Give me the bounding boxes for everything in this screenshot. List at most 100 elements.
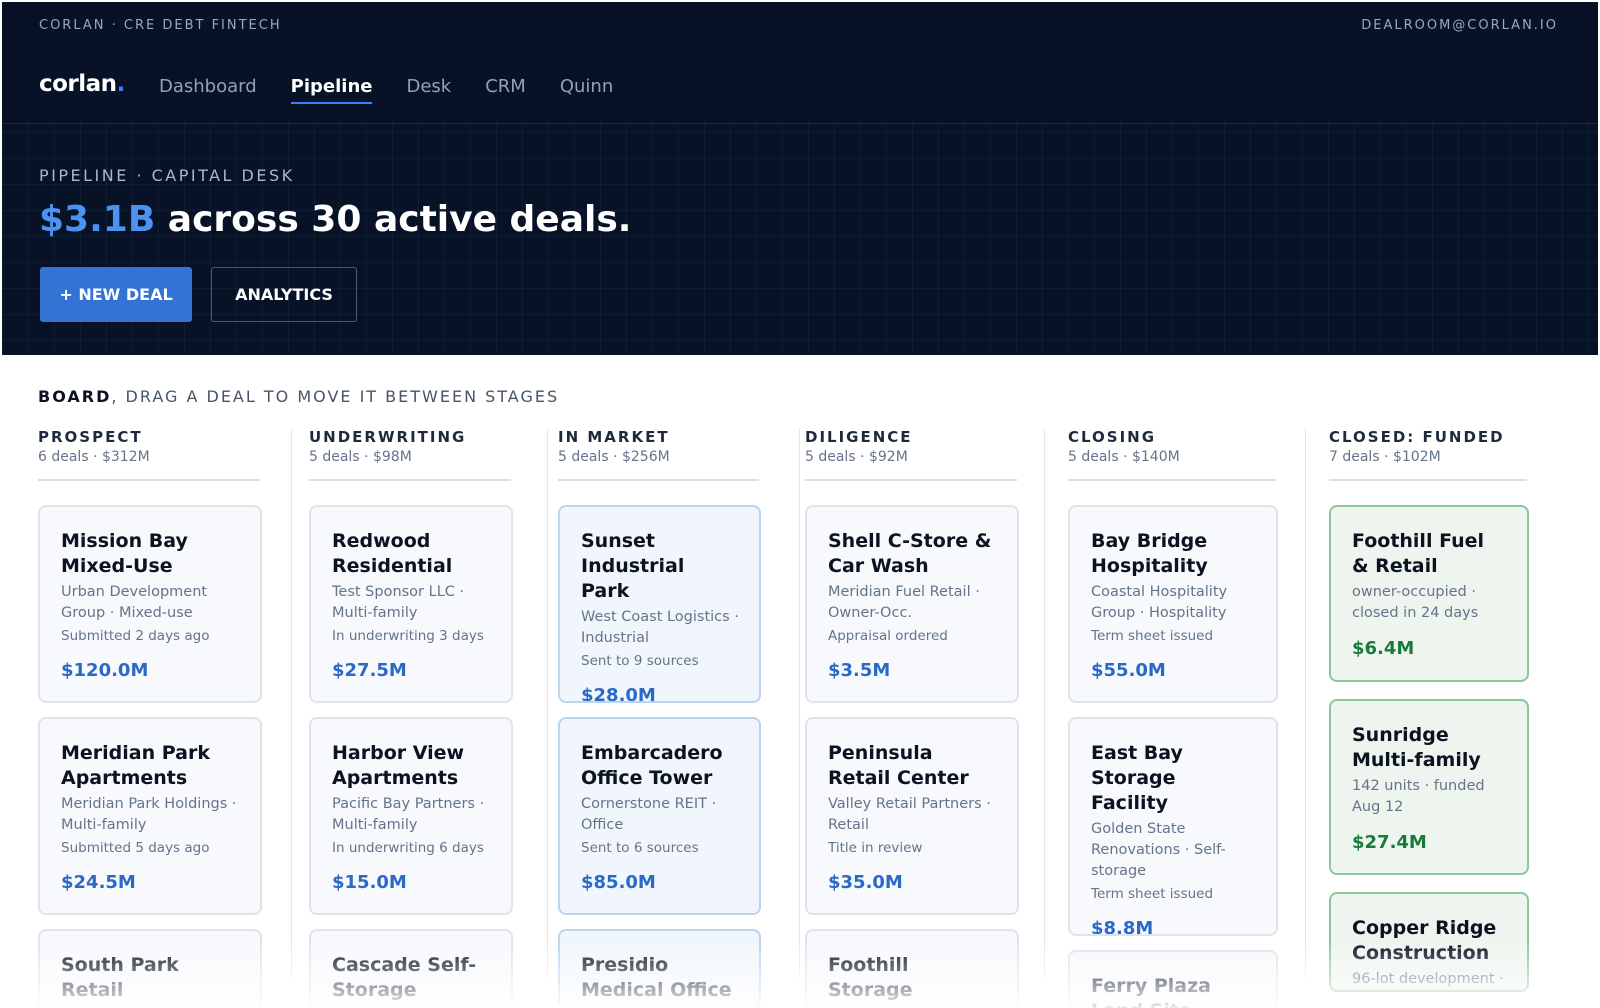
deal-card[interactable]: Peninsula Retail Center Valley Retail Par… <box>805 717 1019 915</box>
deal-status: Term sheet issued <box>1091 886 1214 902</box>
board-label-rest: , DRAG A DEAL TO MOVE IT BETWEEN STAGES <box>111 387 560 406</box>
deal-sponsor: Valley Retail Partners · Retail <box>828 796 991 833</box>
deal-sponsor: Coastal Hospitality Group · Hospitality <box>1091 584 1228 621</box>
deal-title: South Park Retail <box>61 954 179 1001</box>
deal-status: In underwriting 3 days <box>332 628 484 644</box>
deal-sponsor: owner-occupied · closed in 24 days <box>1352 584 1479 621</box>
column-title: CLOSING <box>1068 428 1157 446</box>
deal-status: Term sheet issued <box>1091 628 1214 644</box>
column-summary: 5 deals · $92M <box>805 449 908 465</box>
deal-card[interactable]: Harbor View Apartments Pacific Bay Partne… <box>309 717 513 915</box>
nav-desk[interactable]: Desk <box>406 76 451 104</box>
nav-crm[interactable]: CRM <box>485 76 526 104</box>
main-nav: Dashboard Pipeline Desk CRM Quinn <box>159 76 647 104</box>
deal-amount: $120.0M <box>61 660 149 681</box>
deal-card[interactable]: Mission Bay Mixed-Use Urban Development G… <box>38 505 262 703</box>
column-title: UNDERWRITING <box>309 428 467 446</box>
deal-title: Foothill Fuel & Retail <box>1352 530 1485 577</box>
deal-title: Bay Bridge Hospitality <box>1091 530 1208 577</box>
deal-title: Ferry Plaza Land Site <box>1091 975 1211 1008</box>
deal-card[interactable]: Sunset Industrial Park West Coast Logisti… <box>558 505 761 703</box>
nav-pipeline[interactable]: Pipeline <box>290 76 373 104</box>
column-title: PROSPECT <box>38 428 143 446</box>
column-rule <box>38 479 260 481</box>
deal-card[interactable]: Meridian Park Apartments Meridian Park Ho… <box>38 717 262 915</box>
column-rule <box>309 479 511 481</box>
board-column-header: CLOSING 5 deals · $140M <box>1068 428 1276 481</box>
deal-title: Sunridge Multi-family <box>1352 724 1481 771</box>
deal-amount: $27.5M <box>332 660 407 681</box>
deal-sponsor: Cornerstone REIT · Office <box>581 796 717 833</box>
deal-card[interactable]: Sunridge Multi-family 142 units · funded … <box>1329 699 1529 875</box>
column-divider <box>291 428 292 978</box>
column-title: CLOSED: FUNDED <box>1329 428 1505 446</box>
deal-amount: $85.0M <box>581 872 656 893</box>
nav-quinn[interactable]: Quinn <box>560 76 613 104</box>
deal-card[interactable]: East Bay Storage Facility Golden State Re… <box>1068 717 1278 936</box>
deal-title: Sunset Industrial Park <box>581 530 685 602</box>
deal-card[interactable]: Foothill Fuel & Retail owner-occupied · c… <box>1329 505 1529 682</box>
deal-title: Shell C-Store & Car Wash <box>828 530 992 577</box>
column-rule <box>558 479 759 481</box>
page-eyebrow: PIPELINE · CAPITAL DESK <box>39 166 295 185</box>
deal-sponsor: 142 units · funded Aug 12 <box>1352 778 1485 815</box>
analytics-button[interactable]: ANALYTICS <box>211 267 357 322</box>
deal-title: Presidio Medical Office <box>581 954 732 1001</box>
deal-status: In underwriting 6 days <box>332 840 484 856</box>
column-divider <box>799 428 800 978</box>
deal-card[interactable]: Presidio Medical Office <box>558 929 761 1008</box>
logo-dot: . <box>116 71 126 97</box>
deal-card[interactable]: South Park RetailBaywest Capital · Retai… <box>38 929 262 1008</box>
board-label-bold: BOARD <box>38 387 112 406</box>
column-title: IN MARKET <box>558 428 670 446</box>
column-divider <box>547 428 548 978</box>
column-rule <box>1068 479 1276 481</box>
column-title: DILIGENCE <box>805 428 913 446</box>
deal-title: Peninsula Retail Center <box>828 742 969 789</box>
deal-title: Cascade Self-Storage <box>332 954 477 1001</box>
board-column-header: DILIGENCE 5 deals · $92M <box>805 428 1017 481</box>
deal-sponsor: Golden State Renovations · Self-storage <box>1091 821 1226 879</box>
deal-status: Submitted 5 days ago <box>61 840 210 856</box>
deal-amount: $15.0M <box>332 872 407 893</box>
corlan-logo[interactable]: corlan. <box>39 71 125 97</box>
deal-amount: $55.0M <box>1091 660 1166 681</box>
page-title: $3.1B across 30 active deals. <box>39 199 631 240</box>
deal-title: Mission Bay Mixed-Use <box>61 530 188 577</box>
deal-status: Submitted 2 days ago <box>61 628 210 644</box>
deal-amount: $24.5M <box>61 872 136 893</box>
deal-card[interactable]: Ferry Plaza Land Site <box>1068 950 1278 1008</box>
column-rule <box>1329 479 1527 481</box>
deal-sponsor: West Coast Logistics · Industrial <box>581 609 739 646</box>
brand-tagline: CORLAN · CRE DEBT FINTECH <box>39 18 282 33</box>
deal-card[interactable]: Bay Bridge Hospitality Coastal Hospitalit… <box>1068 505 1278 703</box>
deal-amount: $35.0M <box>828 872 903 893</box>
deal-card[interactable]: Shell C-Store & Car Wash Meridian Fuel Re… <box>805 505 1019 703</box>
deal-status: Appraisal ordered <box>828 628 948 644</box>
deal-title: Embarcadero Office Tower <box>581 742 723 789</box>
deal-title: Harbor View Apartments <box>332 742 465 789</box>
deal-amount: $3.5M <box>828 660 891 681</box>
contact-email[interactable]: DEALROOM@CORLAN.IO <box>1361 18 1558 33</box>
deal-card[interactable]: Embarcadero Office Tower Cornerstone REIT… <box>558 717 761 915</box>
deal-card[interactable]: Foothill Storage Portfolio <box>805 929 1019 1008</box>
nav-dashboard[interactable]: Dashboard <box>159 76 257 104</box>
deal-sponsor: Urban Development Group · Mixed-use <box>61 584 208 621</box>
deal-status: Title in review <box>828 840 923 856</box>
board-heading: BOARD, DRAG A DEAL TO MOVE IT BETWEEN ST… <box>38 387 559 406</box>
deal-status: Sent to 9 sources <box>581 653 699 669</box>
deal-title: Foothill Storage Portfolio <box>828 954 921 1007</box>
top-bar: CORLAN · CRE DEBT FINTECH DEALROOM@CORLA… <box>2 2 1598 124</box>
column-summary: 6 deals · $312M <box>38 449 150 465</box>
deal-card[interactable]: Redwood Residential Test Sponsor LLC · Mu… <box>309 505 513 703</box>
deal-card[interactable]: Cascade Self-Storage <box>309 929 513 1008</box>
deal-amount: $6.4M <box>1352 638 1415 659</box>
deal-title: Meridian Park Apartments <box>61 742 210 789</box>
deal-amount: $27.4M <box>1352 832 1427 853</box>
headline-total: $3.1B <box>39 199 156 240</box>
deal-sponsor: Test Sponsor LLC · Multi-family <box>332 584 465 621</box>
deal-card[interactable]: Copper Ridge Construction 96-lot developm… <box>1329 892 1529 992</box>
headline-text: across 30 active deals. <box>155 199 632 240</box>
new-deal-button[interactable]: + NEW DEAL <box>40 267 192 322</box>
deal-sponsor: Pacific Bay Partners · Multi-family <box>332 796 485 833</box>
